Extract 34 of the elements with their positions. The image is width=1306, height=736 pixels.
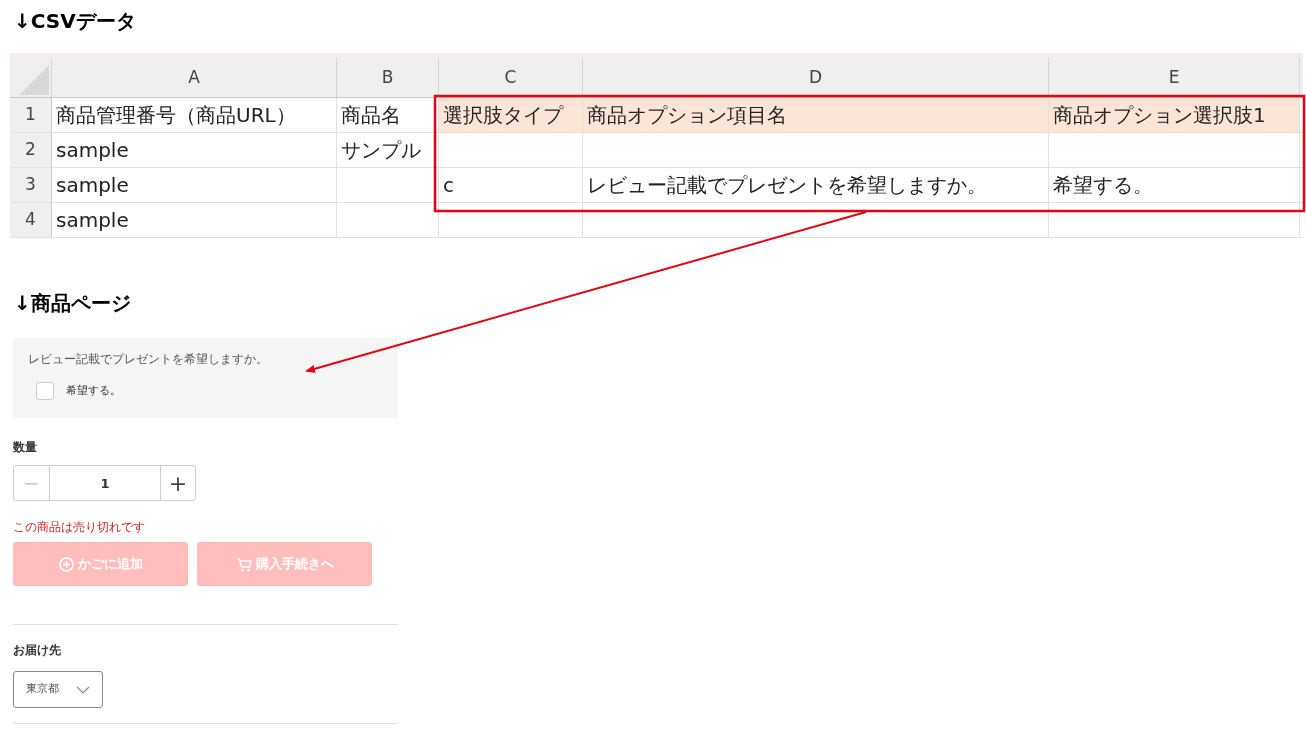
checkbox[interactable]: [36, 382, 54, 400]
delivery-label: お届け先: [13, 642, 61, 659]
section-heading: ↓CSVデータ: [14, 9, 136, 33]
row-header[interactable]: 2: [10, 133, 52, 167]
table-cell: 選択肢タイプ: [439, 98, 583, 132]
increment-button[interactable]: +: [160, 465, 196, 501]
option-question: レビュー記載でプレゼントを希望しますか。: [28, 351, 268, 368]
table-cell: sample: [52, 168, 337, 202]
section-heading: ↓商品ページ: [14, 291, 131, 315]
column-header[interactable]: E: [1049, 58, 1300, 97]
chevron-down-icon: [76, 685, 90, 694]
table-cell: 商品管理番号（商品URL）: [52, 98, 337, 132]
prefecture-select[interactable]: 東京都: [13, 671, 103, 708]
table-cell: レビュー記載でプレゼントを希望しますか。: [583, 168, 1049, 202]
sold-out-notice: この商品は売り切れです: [13, 519, 145, 536]
table-cell: 商品オプション項目名: [583, 98, 1049, 132]
row-header[interactable]: 3: [10, 168, 52, 202]
row-header[interactable]: 1: [10, 98, 52, 132]
cart-icon: [235, 556, 252, 572]
column-header[interactable]: A: [52, 58, 337, 97]
quantity-input[interactable]: 1: [50, 465, 160, 501]
table-cell: c: [439, 168, 583, 202]
table-cell: 希望する。: [1049, 168, 1300, 202]
column-header[interactable]: D: [583, 58, 1049, 97]
table-cell: 商品オプション選択肢1: [1049, 98, 1300, 132]
plus-circle-icon: [58, 556, 74, 572]
row-header[interactable]: 4: [10, 203, 52, 237]
table-cell: sample: [52, 203, 337, 237]
table-cell: sample: [52, 133, 337, 167]
column-header[interactable]: B: [337, 58, 439, 97]
checkbox-label: 希望する。: [66, 382, 121, 399]
table-cell: サンプル: [337, 133, 439, 167]
column-header[interactable]: C: [439, 58, 583, 97]
quantity-label: 数量: [13, 439, 37, 456]
